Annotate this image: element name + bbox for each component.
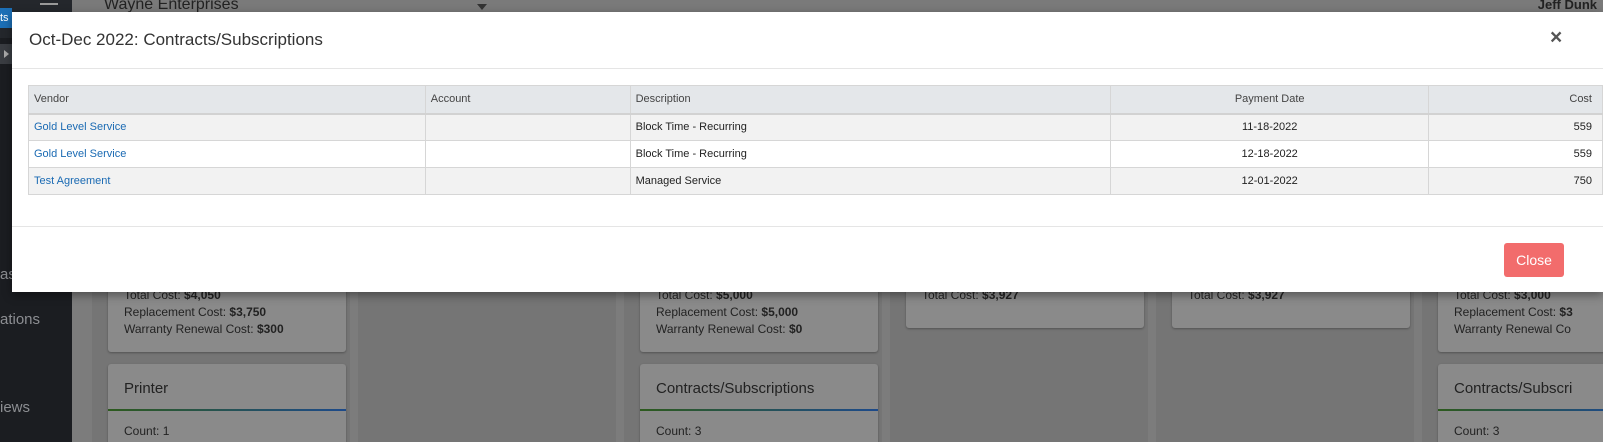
cost-cell: 750: [1428, 167, 1603, 195]
chevron-down-icon[interactable]: [477, 4, 487, 10]
card-divider: [1438, 409, 1603, 411]
cost-cell: 559: [1428, 140, 1603, 168]
column-header-description[interactable]: Description: [629, 85, 1112, 115]
card-title: Printer: [124, 380, 169, 397]
warranty-cost: Warranty Renewal Cost: $300: [124, 322, 284, 336]
cost-cell: 559: [1428, 113, 1603, 141]
replacement-cost: Replacement Cost: $3: [1454, 305, 1573, 319]
table-row: Gold Level Service Block Time - Recurrin…: [28, 113, 1603, 141]
category-card[interactable]: Contracts/Subscri Count: 3: [1438, 364, 1603, 442]
payment-date-cell: 12-01-2022: [1110, 167, 1430, 195]
modal-header: Oct-Dec 2022: Contracts/Subscriptions ×: [12, 12, 1603, 69]
top-bar: Wayne Enterprises Jeff Dunk: [40, 0, 1603, 13]
sidebar-tab-fragment[interactable]: ts: [0, 8, 12, 28]
card-title: Contracts/Subscriptions: [656, 380, 815, 397]
sidebar-expand-icon[interactable]: [0, 44, 12, 64]
close-button[interactable]: Close: [1504, 243, 1564, 277]
modal-footer: Close: [12, 226, 1603, 292]
category-card[interactable]: Contracts/Subscriptions Count: 3: [640, 364, 878, 442]
payment-date-cell: 12-18-2022: [1110, 140, 1430, 168]
card-count: Count: 3: [656, 424, 702, 438]
card-divider: [108, 409, 346, 411]
user-name[interactable]: Jeff Dunk: [1538, 0, 1597, 12]
account-cell: [424, 113, 631, 141]
sidebar-item-fragment[interactable]: ations: [0, 311, 40, 328]
description-cell: Block Time - Recurring: [629, 113, 1112, 141]
card-divider: [640, 409, 878, 411]
replacement-cost: Replacement Cost: $3,750: [124, 305, 267, 319]
account-cell: [424, 167, 631, 195]
card-count: Count: 3: [1454, 424, 1500, 438]
warranty-cost: Warranty Renewal Cost: $0: [656, 322, 803, 336]
description-cell: Managed Service: [629, 167, 1112, 195]
column-header-payment-date[interactable]: Payment Date: [1110, 85, 1430, 115]
card-title: Contracts/Subscri: [1454, 380, 1573, 397]
modal-body: Vendor Account Description Payment Date …: [12, 69, 1603, 226]
column-header-cost[interactable]: Cost: [1428, 85, 1603, 115]
account-cell: [424, 140, 631, 168]
modal-title: Oct-Dec 2022: Contracts/Subscriptions: [29, 30, 323, 49]
replacement-cost: Replacement Cost: $5,000: [656, 305, 799, 319]
contracts-modal: Oct-Dec 2022: Contracts/Subscriptions × …: [12, 12, 1603, 292]
column-header-vendor[interactable]: Vendor: [28, 85, 426, 115]
vendor-link[interactable]: Gold Level Service: [34, 148, 126, 160]
column-header-account[interactable]: Account: [424, 85, 631, 115]
card-count: Count: 1: [124, 424, 170, 438]
table-row: Gold Level Service Block Time - Recurrin…: [28, 140, 1603, 168]
table-header-row: Vendor Account Description Payment Date …: [28, 85, 1603, 115]
contracts-table: Vendor Account Description Payment Date …: [28, 85, 1603, 195]
sidebar-item-fragment[interactable]: iews: [0, 399, 30, 416]
menu-icon[interactable]: [40, 3, 58, 5]
table-row: Test Agreement Managed Service 12-01-202…: [28, 167, 1603, 195]
warranty-cost: Warranty Renewal Co: [1454, 322, 1571, 336]
dashboard-column: [358, 292, 616, 442]
vendor-link[interactable]: Test Agreement: [34, 175, 110, 187]
description-cell: Block Time - Recurring: [629, 140, 1112, 168]
vendor-link[interactable]: Gold Level Service: [34, 121, 126, 133]
category-card[interactable]: Printer Count: 1: [108, 364, 346, 442]
close-icon[interactable]: ×: [1550, 27, 1562, 48]
payment-date-cell: 11-18-2022: [1110, 113, 1430, 141]
